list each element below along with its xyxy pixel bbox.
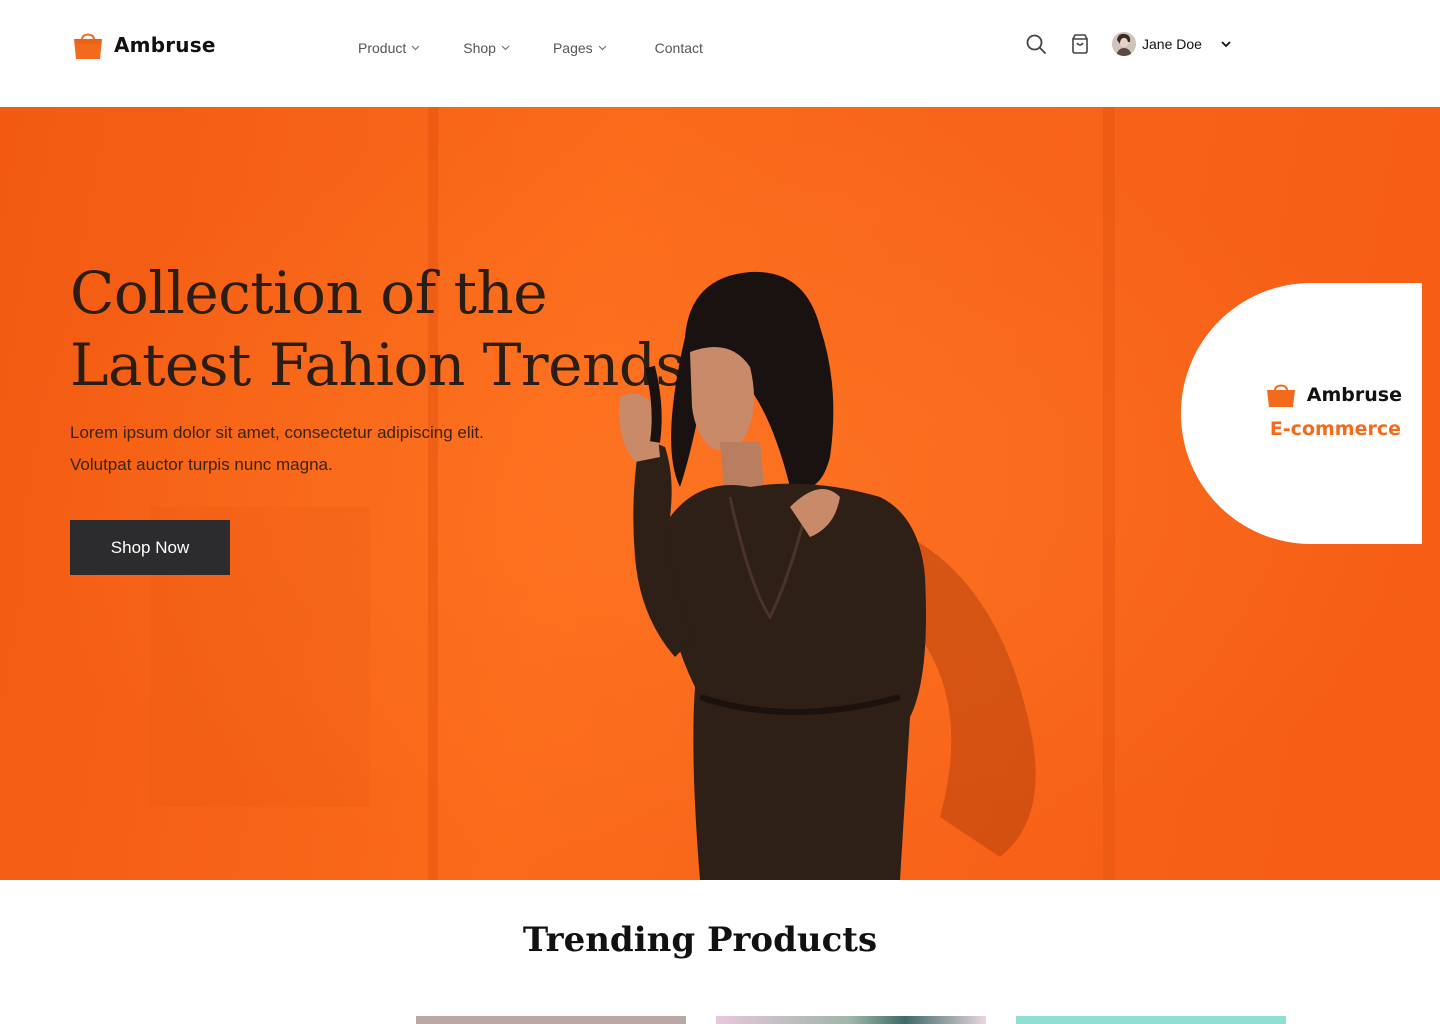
chevron-down-icon [1221, 41, 1231, 48]
shopping-bag-icon[interactable] [1068, 32, 1092, 56]
search-icon[interactable] [1024, 32, 1048, 56]
badge-brand: Ambruse [1265, 382, 1402, 408]
nav-item-label: Shop [463, 40, 496, 56]
trending-products-list [416, 1016, 1286, 1024]
header-tools: Jane Doe [1024, 32, 1232, 56]
brand-logo[interactable]: Ambruse [72, 30, 216, 60]
avatar [1112, 32, 1136, 56]
nav-item-product[interactable]: Product [358, 38, 420, 58]
hero-banner: Collection of the Latest Fahion Trends L… [0, 107, 1440, 880]
hero-subtitle-line1: Lorem ipsum dolor sit amet, consectetur … [70, 423, 484, 442]
product-card[interactable] [416, 1016, 686, 1024]
nav-item-shop[interactable]: Shop [463, 38, 510, 58]
shopping-bag-logo-icon [74, 33, 102, 59]
badge-tagline: E-commerce [1269, 418, 1401, 440]
site-header: Ambruse Product Shop Pages Contact Jane … [0, 0, 1440, 107]
nav-item-label: Pages [552, 40, 593, 56]
brand-badge: Ambruse E-commerce [1181, 283, 1422, 544]
nav-item-label: Contact [654, 40, 703, 56]
product-card[interactable] [716, 1016, 986, 1024]
user-name: Jane Doe [1142, 36, 1202, 52]
user-menu[interactable]: Jane Doe [1112, 32, 1232, 56]
brand-name: Ambruse [114, 33, 216, 57]
trending-products-heading: Trending Products [522, 920, 878, 960]
shopping-bag-logo-icon [1266, 384, 1295, 407]
hero-subtitle-line2: Volutpat auctor turpis nunc magna. [70, 455, 333, 474]
nav-item-label: Product [358, 40, 407, 56]
chevron-down-icon [411, 45, 420, 51]
hero-subtitle: Lorem ipsum dolor sit amet, consectetur … [70, 417, 590, 481]
nav-item-pages[interactable]: Pages [553, 38, 607, 58]
hero-model-image [619, 271, 1036, 880]
chevron-down-icon [598, 45, 607, 51]
hero-title-line1: Collection of the [70, 259, 548, 327]
main-nav: Product Shop Pages Contact [358, 38, 703, 58]
nav-item-contact[interactable]: Contact [655, 38, 703, 58]
badge-brand-name: Ambruse [1306, 384, 1402, 406]
chevron-down-icon [501, 45, 510, 51]
shop-now-button[interactable]: Shop Now [70, 520, 230, 575]
product-card[interactable] [1016, 1016, 1286, 1024]
